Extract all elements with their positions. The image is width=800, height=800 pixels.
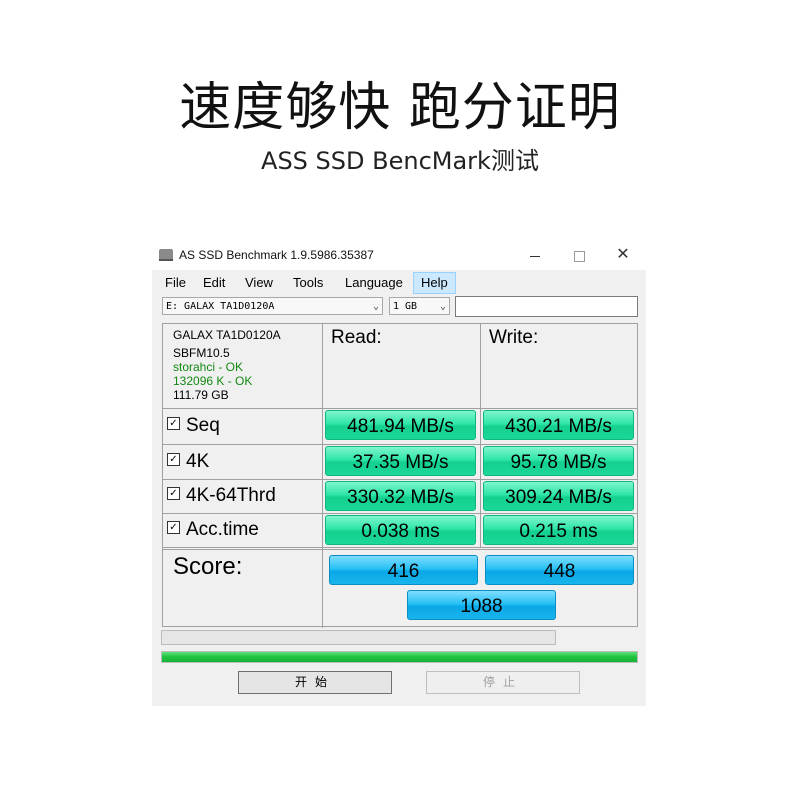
drive-select[interactable]: E: GALAX TA1D0120A ⌄ (162, 297, 383, 315)
minimize-button[interactable] (512, 240, 558, 270)
grid-divider (322, 324, 323, 628)
read-score: 416 (329, 555, 478, 585)
test-seq-label[interactable]: ✓ Seq (167, 410, 220, 442)
maximize-button[interactable] (556, 240, 602, 270)
grid-divider (163, 408, 637, 409)
banner-subline: ASS SSD BencMark测试 (261, 147, 539, 175)
seq-write-result: 430.21 MB/s (483, 410, 634, 440)
close-icon: ✕ (616, 246, 630, 263)
grid-divider (163, 444, 637, 445)
4k-read-result: 37.35 MB/s (325, 446, 476, 476)
stop-button[interactable]: 停止 (426, 671, 580, 694)
driver-status: storahci - OK (173, 360, 244, 374)
seq-read-result: 481.94 MB/s (325, 410, 476, 440)
total-score: 1088 (407, 590, 556, 620)
checkbox-checked-icon[interactable]: ✓ (167, 417, 180, 431)
menu-tools[interactable]: Tools (286, 273, 330, 293)
test-acctime-label[interactable]: ✓ Acc.time (167, 514, 259, 546)
size-select[interactable]: 1 GB ⌄ (389, 297, 450, 315)
results-grid: GALAX TA1D0120A SBFM10.5 storahci - OK 1… (162, 323, 638, 628)
acctime-write-result: 0.215 ms (483, 515, 634, 545)
device-firmware: SBFM10.5 (173, 346, 230, 360)
acctime-read-result: 0.038 ms (325, 515, 476, 545)
close-button[interactable]: ✕ (600, 240, 646, 270)
text-field[interactable] (455, 296, 638, 317)
title-bar[interactable]: AS SSD Benchmark 1.9.5986.35387 ✕ (152, 240, 646, 270)
read-column-header: Read: (331, 327, 382, 348)
alignment-status: 132096 K - OK (173, 374, 253, 388)
banner-headline: 速度够快 跑分证明 (179, 78, 621, 138)
test-4k-label[interactable]: ✓ 4K (167, 446, 209, 478)
menu-file[interactable]: File (158, 273, 193, 293)
4k-write-result: 95.78 MB/s (483, 446, 634, 476)
checkbox-checked-icon[interactable]: ✓ (167, 521, 180, 535)
test-progress-bar (161, 630, 556, 645)
checkbox-checked-icon[interactable]: ✓ (167, 453, 180, 467)
grid-divider (163, 549, 637, 550)
start-button[interactable]: 开始 (238, 671, 392, 694)
app-window: AS SSD Benchmark 1.9.5986.35387 ✕ File E… (152, 240, 646, 706)
test-4k64-label[interactable]: ✓ 4K-64Thrd (167, 480, 276, 512)
device-model: GALAX TA1D0120A (173, 328, 281, 342)
checkbox-checked-icon[interactable]: ✓ (167, 487, 180, 501)
chevron-down-icon: ⌄ (372, 301, 379, 312)
overall-progress-fill (162, 652, 637, 662)
size-select-value: 1 GB (393, 301, 418, 312)
score-label: Score: (173, 553, 243, 580)
device-info: GALAX TA1D0120A SBFM10.5 storahci - OK 1… (173, 328, 281, 402)
menu-edit[interactable]: Edit (196, 273, 232, 293)
write-score: 448 (485, 555, 634, 585)
drive-icon (159, 249, 173, 261)
4k64-write-result: 309.24 MB/s (483, 481, 634, 511)
grid-divider (480, 324, 481, 548)
maximize-icon (573, 250, 585, 262)
4k64-read-result: 330.32 MB/s (325, 481, 476, 511)
menu-view[interactable]: View (238, 273, 280, 293)
minimize-icon (530, 255, 540, 257)
drive-select-value: E: GALAX TA1D0120A (166, 301, 275, 312)
window-title: AS SSD Benchmark 1.9.5986.35387 (179, 248, 374, 262)
menu-help[interactable]: Help (413, 272, 456, 294)
menu-language[interactable]: Language (338, 273, 410, 293)
grid-divider (163, 547, 637, 548)
device-capacity: 111.79 GB (173, 388, 229, 402)
overall-progress-bar (161, 651, 638, 663)
write-column-header: Write: (489, 327, 539, 348)
menu-bar: File Edit View Tools Language Help (152, 272, 646, 294)
chevron-down-icon: ⌄ (439, 301, 446, 312)
